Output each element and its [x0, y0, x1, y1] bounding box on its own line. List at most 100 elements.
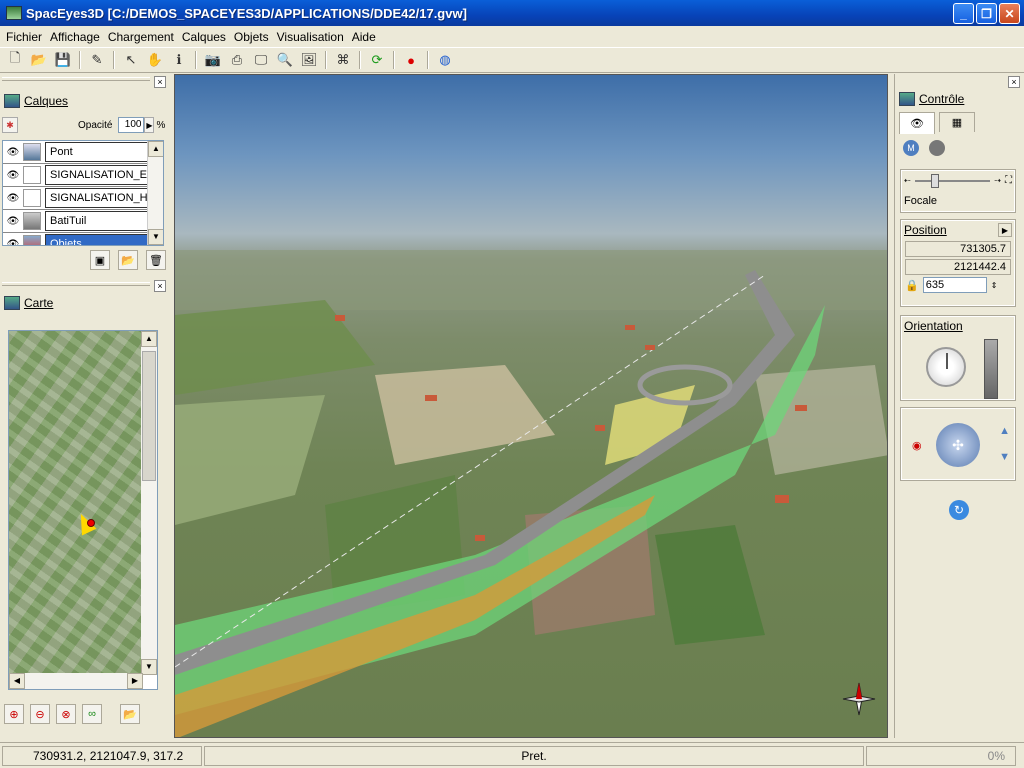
target-icon[interactable]: ◉ [912, 439, 922, 452]
altitude-spinner[interactable]: ⇕ [991, 281, 998, 290]
menu-objets[interactable]: Objets [230, 30, 273, 44]
close-button[interactable]: ✕ [999, 3, 1020, 24]
layer-properties-button[interactable]: ▣ [90, 250, 110, 270]
opacity-spin-button[interactable]: ▶ [144, 117, 155, 133]
zoom-extent-icon[interactable]: ⊗ [56, 704, 76, 724]
menu-chargement[interactable]: Chargement [104, 30, 178, 44]
down-icon[interactable]: ▼ [999, 451, 1010, 463]
altitude-input[interactable]: 635 [922, 277, 987, 293]
layer-delete-button[interactable]: 🗑 [146, 250, 166, 270]
layer-row[interactable]: 👁 SIGNALISATION_EC [3, 164, 163, 187]
export-icon[interactable]: 📂 [120, 704, 140, 724]
map-image[interactable] [9, 331, 143, 675]
reset-view-icon[interactable]: ↻ [949, 500, 969, 520]
pitch-slider[interactable] [984, 339, 998, 399]
zoom-in-icon[interactable]: ⊕ [4, 704, 24, 724]
position-group: Position ▶ 731305.7 2121442.4 🔒 635 ⇕ [900, 219, 1016, 307]
eye-icon[interactable]: 👁 [3, 170, 23, 181]
layer-row[interactable]: 👁 Pont [3, 141, 163, 164]
menu-bar: Fichier Affichage Chargement Calques Obj… [0, 26, 1024, 47]
focal-slider[interactable]: ⇠ ⇢ ⛶ [902, 171, 1014, 190]
navigation-group: ◉ ✣ ▲ ▼ [900, 407, 1016, 481]
panel-grip[interactable] [2, 77, 150, 81]
eye-icon[interactable]: 👁 [3, 193, 23, 204]
left-panel: × Calques ✱ Opacité 100 ▶ % 👁 Pont 👁 SIG… [0, 74, 170, 738]
layer-row[interactable]: 👁 SIGNALISATION_HO [3, 187, 163, 210]
scroll-thumb[interactable] [142, 351, 156, 481]
map-horizontal-scrollbar[interactable]: ◀ ▶ [9, 673, 143, 689]
opacity-input[interactable]: 100 [118, 117, 145, 133]
toolbar: 🗋 📂 💾 ✎ ↖ ✋ ℹ 📷 ⎙ 🖵 🔍 🖼 ⌘ ⟳ ● ◍ [0, 47, 1024, 73]
globe-icon[interactable]: ◍ [434, 49, 456, 71]
monitor-icon[interactable]: 🖵 [250, 49, 272, 71]
panel-grip[interactable] [2, 282, 150, 286]
navigation-pad[interactable]: ✣ [936, 423, 980, 467]
scroll-down-icon[interactable]: ▼ [141, 659, 157, 675]
image-icon[interactable]: 🖼 [298, 49, 320, 71]
layers-title-label: Calques [24, 94, 69, 108]
heading-dial[interactable] [926, 347, 966, 387]
map-vertical-scrollbar[interactable]: ▲ ▼ [141, 331, 157, 675]
camera-icon[interactable]: 📷 [202, 49, 224, 71]
opacity-row: ✱ Opacité 100 ▶ % [2, 116, 166, 134]
position-arrow-icon[interactable]: ▶ [998, 223, 1012, 237]
open-folder-icon[interactable]: 📂 [28, 49, 50, 71]
eye-icon[interactable]: 👁 [3, 239, 23, 246]
menu-affichage[interactable]: Affichage [46, 30, 104, 44]
position-header: Position ▶ [902, 221, 1014, 239]
restore-button[interactable]: ❐ [976, 3, 997, 24]
m-mode-icon[interactable]: M [903, 140, 919, 156]
scroll-down-icon[interactable]: ▼ [148, 229, 163, 245]
terrain-scene[interactable] [175, 75, 888, 738]
3d-view[interactable] [174, 74, 888, 738]
save-icon[interactable]: 💾 [52, 49, 74, 71]
minimize-button[interactable]: _ [953, 3, 974, 24]
up-icon[interactable]: ▲ [999, 425, 1010, 437]
menu-aide[interactable]: Aide [348, 30, 380, 44]
focal-thumb[interactable] [930, 173, 939, 188]
link-icon[interactable]: ∞ [82, 704, 102, 724]
focal-track[interactable] [914, 173, 991, 188]
lock-icon[interactable]: 🔒 [905, 279, 919, 292]
search-view-icon[interactable]: 🔍 [274, 49, 296, 71]
pointer-icon[interactable]: ↖ [120, 49, 142, 71]
hand-icon[interactable]: ✋ [144, 49, 166, 71]
refresh-icon[interactable]: ⟳ [366, 49, 388, 71]
layers-close-button[interactable]: × [154, 76, 166, 88]
scroll-up-icon[interactable]: ▲ [148, 141, 163, 157]
record-icon[interactable] [929, 140, 945, 156]
tab-view[interactable]: 👁 [899, 112, 935, 134]
scroll-up-icon[interactable]: ▲ [141, 331, 157, 347]
layer-open-button[interactable]: 📂 [118, 250, 138, 270]
layer-list-scrollbar[interactable]: ▲ ▼ [147, 141, 163, 245]
zoom-out-icon[interactable]: ⊖ [30, 704, 50, 724]
toolbar-separator [113, 51, 115, 69]
menu-fichier[interactable]: Fichier [2, 30, 46, 44]
layer-row[interactable]: 👁 Objets [3, 233, 163, 246]
tab-grid[interactable]: ▦ [939, 112, 975, 132]
layer-color-icon[interactable]: ✱ [2, 117, 18, 133]
scroll-left-icon[interactable]: ◀ [9, 673, 25, 689]
map-close-button[interactable]: × [154, 280, 166, 292]
stereo-icon[interactable]: ● [400, 49, 422, 71]
edit-icon[interactable]: ✎ [86, 49, 108, 71]
compass-icon[interactable] [841, 681, 877, 717]
new-icon[interactable]: 🗋 [4, 49, 26, 71]
menu-visualisation[interactable]: Visualisation [273, 30, 348, 44]
fit-icon[interactable]: ⛶ [1005, 175, 1012, 186]
menu-calques[interactable]: Calques [178, 30, 230, 44]
position-x-field[interactable]: 731305.7 [905, 241, 1011, 257]
control-close-button[interactable]: × [1008, 76, 1020, 88]
layer-row[interactable]: 👁 BatiTuil [3, 210, 163, 233]
eye-icon[interactable]: 👁 [3, 147, 23, 158]
overview-map[interactable]: ▲ ▼ ◀ ▶ [8, 330, 158, 690]
print-icon[interactable]: ⎙ [226, 49, 248, 71]
position-y-field[interactable]: 2121442.4 [905, 259, 1011, 275]
layer-thumbnail [23, 235, 41, 245]
target-point-icon[interactable] [87, 519, 95, 527]
eye-icon[interactable]: 👁 [3, 216, 23, 227]
layer-name: Objets [45, 234, 163, 245]
scroll-right-icon[interactable]: ▶ [127, 673, 143, 689]
info-icon[interactable]: ℹ [168, 49, 190, 71]
binoculars-icon[interactable]: ⌘ [332, 49, 354, 71]
